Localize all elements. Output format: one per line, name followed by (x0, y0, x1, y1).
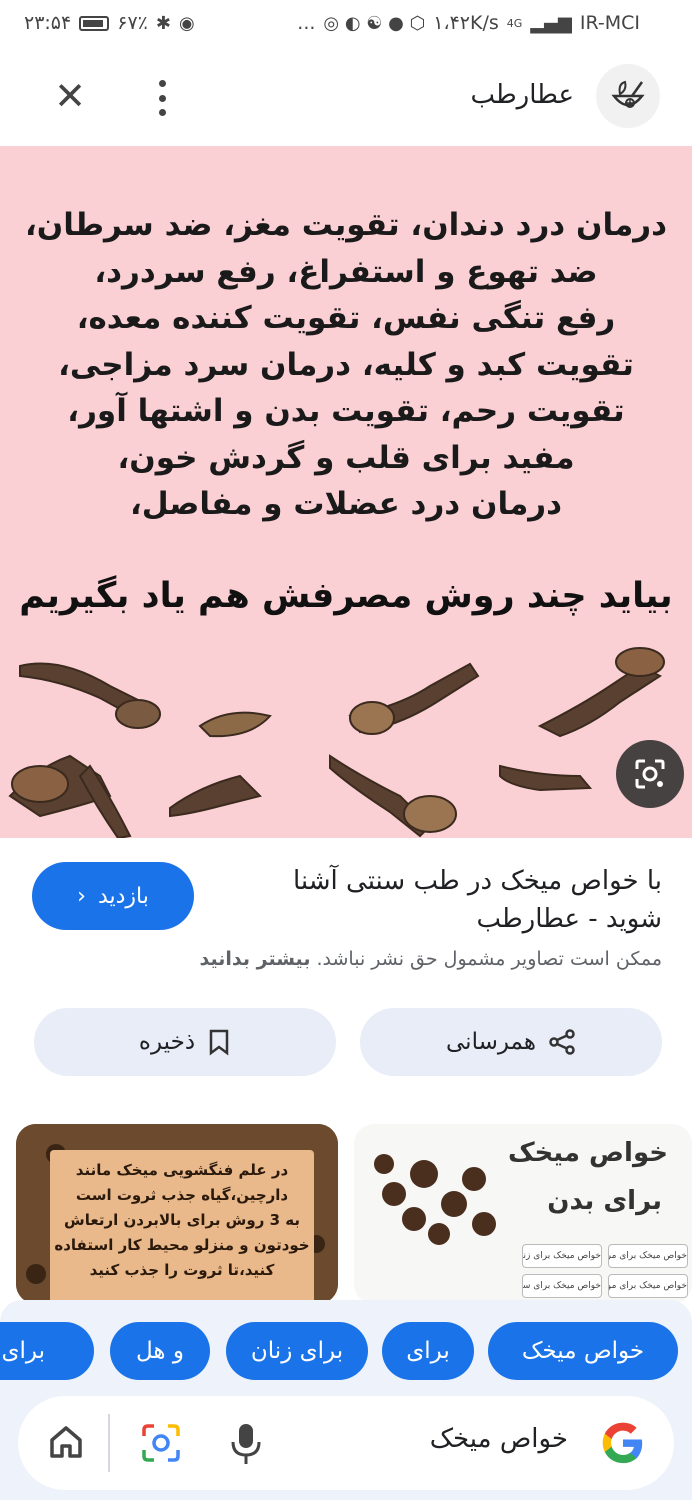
clock: ۲۳:۵۴ (24, 12, 72, 34)
chevron-left-icon: ‹ (77, 883, 86, 909)
note-line: به 3 روش برای بالابردن ارتعاش (64, 1211, 300, 1229)
hero-line: تقویت کبد و کلیه، درمان سرد مزاجی، (58, 346, 634, 383)
viewer-header: ✕ عطارطب (0, 50, 692, 145)
status-bar: ۲۳:۵۴ ۶۷٪ ✱ ◉ ... ◎ ◐ ☯ ● ⬡ ۱،۴۲K/s 4G ▂… (0, 0, 692, 50)
thumb-cell: خواص میخک برای زنان (522, 1244, 602, 1268)
hero-line: رفع تنگی نفس، تقویت کننده معده، (76, 300, 616, 336)
share-button[interactable]: همرسانی (360, 1008, 662, 1076)
google-lens-button[interactable] (616, 740, 684, 808)
save-button[interactable]: ذخیره (34, 1008, 336, 1076)
copyright-notice: ممکن است تصاویر مشمول حق نشر نباشد. بیشت… (42, 948, 662, 970)
battery-icon (79, 15, 110, 31)
google-logo-icon (602, 1422, 643, 1464)
thumb-cell: خواص میخک برای مو و پوست (608, 1274, 688, 1298)
microphone-icon[interactable] (228, 1422, 264, 1466)
hero-line: تقویت رحم، تقویت بدن و اشتها آور، (67, 393, 625, 429)
lens-camera-icon[interactable] (140, 1422, 182, 1464)
more-options-icon[interactable] (148, 76, 176, 120)
hero-line: درمان درد دندان، تقویت مغز، ضد سرطان، (24, 207, 668, 243)
chip[interactable]: و هل (110, 1322, 210, 1380)
thumb-grid: خواص میخک برای مردان خواص میخک برای زنان… (514, 1240, 692, 1304)
network-speed: ۱،۴۲K/s (433, 12, 499, 34)
hero-line: مفید برای قلب و گردش خون، (117, 439, 575, 476)
carrier: IR-MCI (579, 12, 640, 34)
mortar-herb-icon (611, 80, 645, 108)
result-title[interactable]: با خواص میخک در طب سنتی آشنا شوید - عطار… (242, 862, 662, 938)
hero-cta: بیاید چند روش مصرفش هم یاد بگیریم (19, 576, 673, 616)
cloves-illustration (8, 647, 665, 838)
note-line: در علم فنگشویی میخک مانند (75, 1161, 289, 1179)
network-type: 4G (506, 16, 523, 30)
thumb-cell: خواص میخک برای مردان (608, 1244, 688, 1268)
eye-icon: ◉ (178, 12, 195, 34)
chip[interactable]: برای مو (0, 1322, 94, 1380)
cloves-pile-photo (374, 1154, 496, 1245)
feng-shui-note: در علم فنگشویی میخک مانند دارچین،گیاه جذ… (50, 1150, 314, 1304)
note-line: خودتون و منزلو محیط کار استفاده (54, 1236, 310, 1254)
site-logo[interactable] (596, 64, 660, 128)
chip[interactable]: خواص میخک (488, 1322, 678, 1380)
chip[interactable]: برای (382, 1322, 474, 1380)
copyright-text: ممکن است تصاویر مشمول حق نشر نباشد. (316, 948, 663, 970)
divider (108, 1414, 110, 1472)
hero-line: درمان درد عضلات و مفاصل، (129, 486, 563, 522)
save-label: ذخیره (138, 1029, 196, 1055)
suggestion-chips: خواص میخک برای برای زنان و هل برای مو (0, 1322, 692, 1382)
main-image[interactable]: درمان درد دندان، تقویت مغز، ضد سرطان، ضد… (0, 146, 692, 838)
thumb-title: خواص میخک (507, 1138, 668, 1168)
thumb-cell: خواص میخک برای سرماخوردگی (522, 1274, 602, 1298)
bookmark-icon (209, 1029, 229, 1056)
thumb-subtitle: برای بدن (547, 1186, 662, 1216)
more-notifications-icon: ... (297, 12, 316, 34)
notification-icons: ◎ ◐ ☯ ● ⬡ (323, 12, 426, 34)
hero-text: درمان درد دندان، تقویت مغز، ضد سرطان، ضد… (0, 202, 692, 528)
battery-percent: ۶۷٪ (117, 12, 148, 34)
note-line: کنید،تا ثروت را جذب کنید (89, 1261, 275, 1279)
close-icon[interactable]: ✕ (50, 76, 90, 116)
visit-button[interactable]: بازدید ‹ (32, 862, 194, 930)
related-image[interactable]: خواص میخک برای بدن خواص میخک برای مردان … (354, 1124, 692, 1304)
chip[interactable]: برای زنان (226, 1322, 368, 1380)
search-bar[interactable]: خواص میخک (18, 1396, 674, 1490)
hero-line: ضد تهوع و استفراغ، رفع سردرد، (94, 253, 598, 290)
bluetooth-icon: ✱ (155, 12, 171, 34)
site-name[interactable]: عطارطب (470, 80, 574, 110)
visit-label: بازدید (97, 883, 149, 909)
learn-more-link[interactable]: بیشتر بدانید (200, 948, 311, 970)
lens-icon (635, 759, 665, 789)
signal-icon: ▂▄▆ (530, 12, 572, 34)
home-icon[interactable] (46, 1422, 86, 1462)
share-label: همرسانی (446, 1029, 536, 1055)
share-icon (549, 1029, 575, 1055)
search-query[interactable]: خواص میخک (430, 1424, 568, 1454)
related-image[interactable]: در علم فنگشویی میخک مانند دارچین،گیاه جذ… (16, 1124, 338, 1304)
note-line: دارچین،گیاه جذب ثروت است (75, 1186, 289, 1204)
